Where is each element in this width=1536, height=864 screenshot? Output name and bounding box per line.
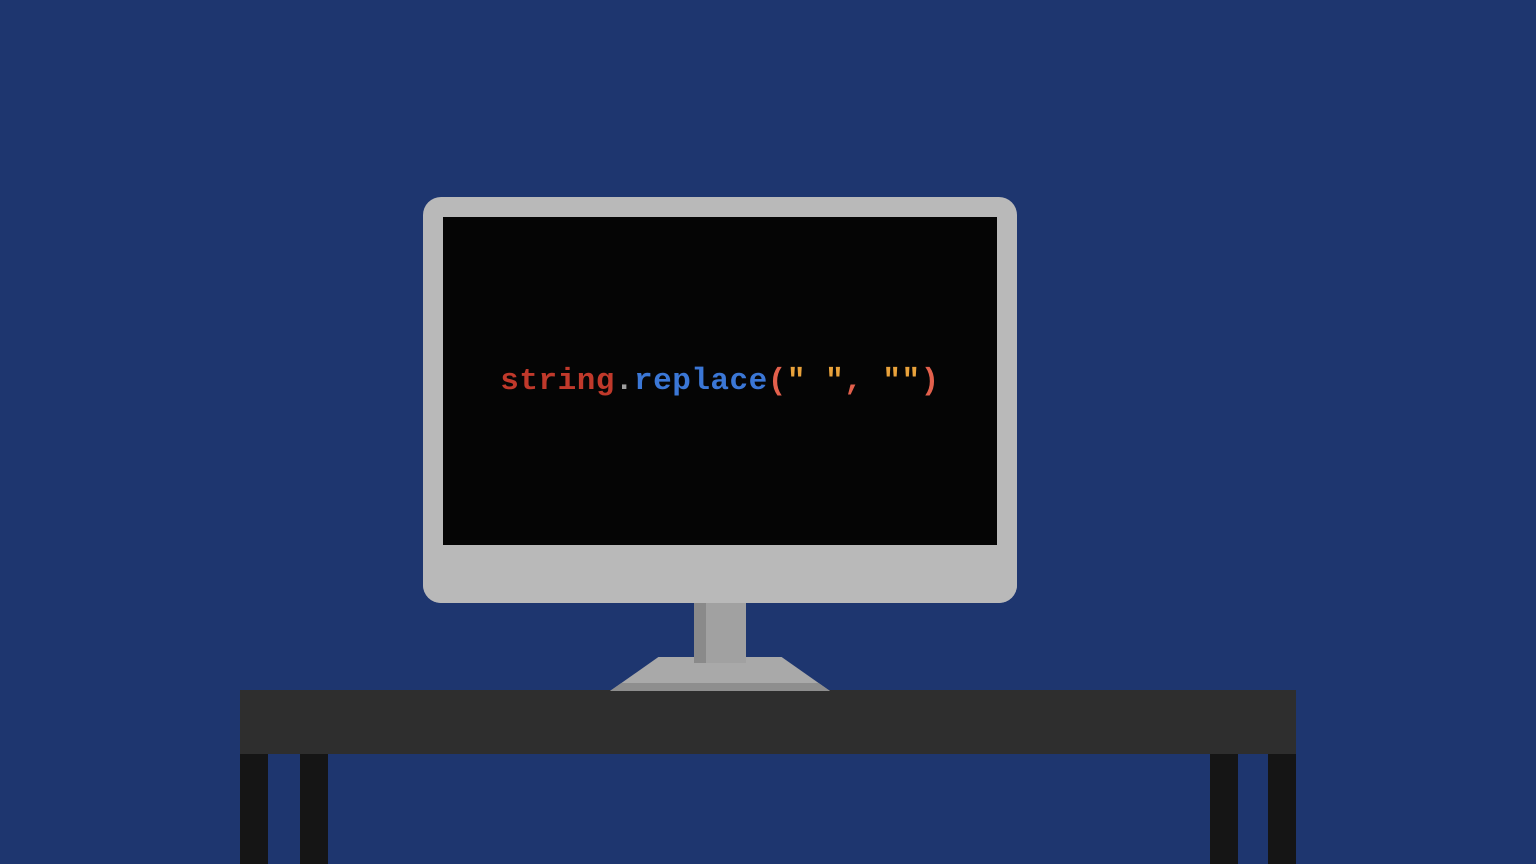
monitor: string.replace(" ", "") bbox=[423, 197, 1017, 603]
code-variable: string bbox=[500, 364, 615, 399]
desk-leg bbox=[300, 754, 328, 864]
code-line: string.replace(" ", "") bbox=[500, 364, 939, 399]
code-arg1: " " bbox=[787, 364, 844, 399]
monitor-stand-neck bbox=[694, 603, 746, 663]
desk-top bbox=[240, 690, 1296, 754]
code-paren-close: ) bbox=[921, 364, 940, 399]
code-arg2: "" bbox=[882, 364, 920, 399]
code-function: replace bbox=[634, 364, 768, 399]
desk-leg bbox=[240, 754, 268, 864]
monitor-screen: string.replace(" ", "") bbox=[443, 217, 997, 545]
desk-leg bbox=[1268, 754, 1296, 864]
code-paren-open: ( bbox=[768, 364, 787, 399]
monitor-chin bbox=[423, 545, 1017, 603]
code-comma: , bbox=[844, 364, 882, 399]
code-dot: . bbox=[615, 364, 634, 399]
desk-leg bbox=[1210, 754, 1238, 864]
